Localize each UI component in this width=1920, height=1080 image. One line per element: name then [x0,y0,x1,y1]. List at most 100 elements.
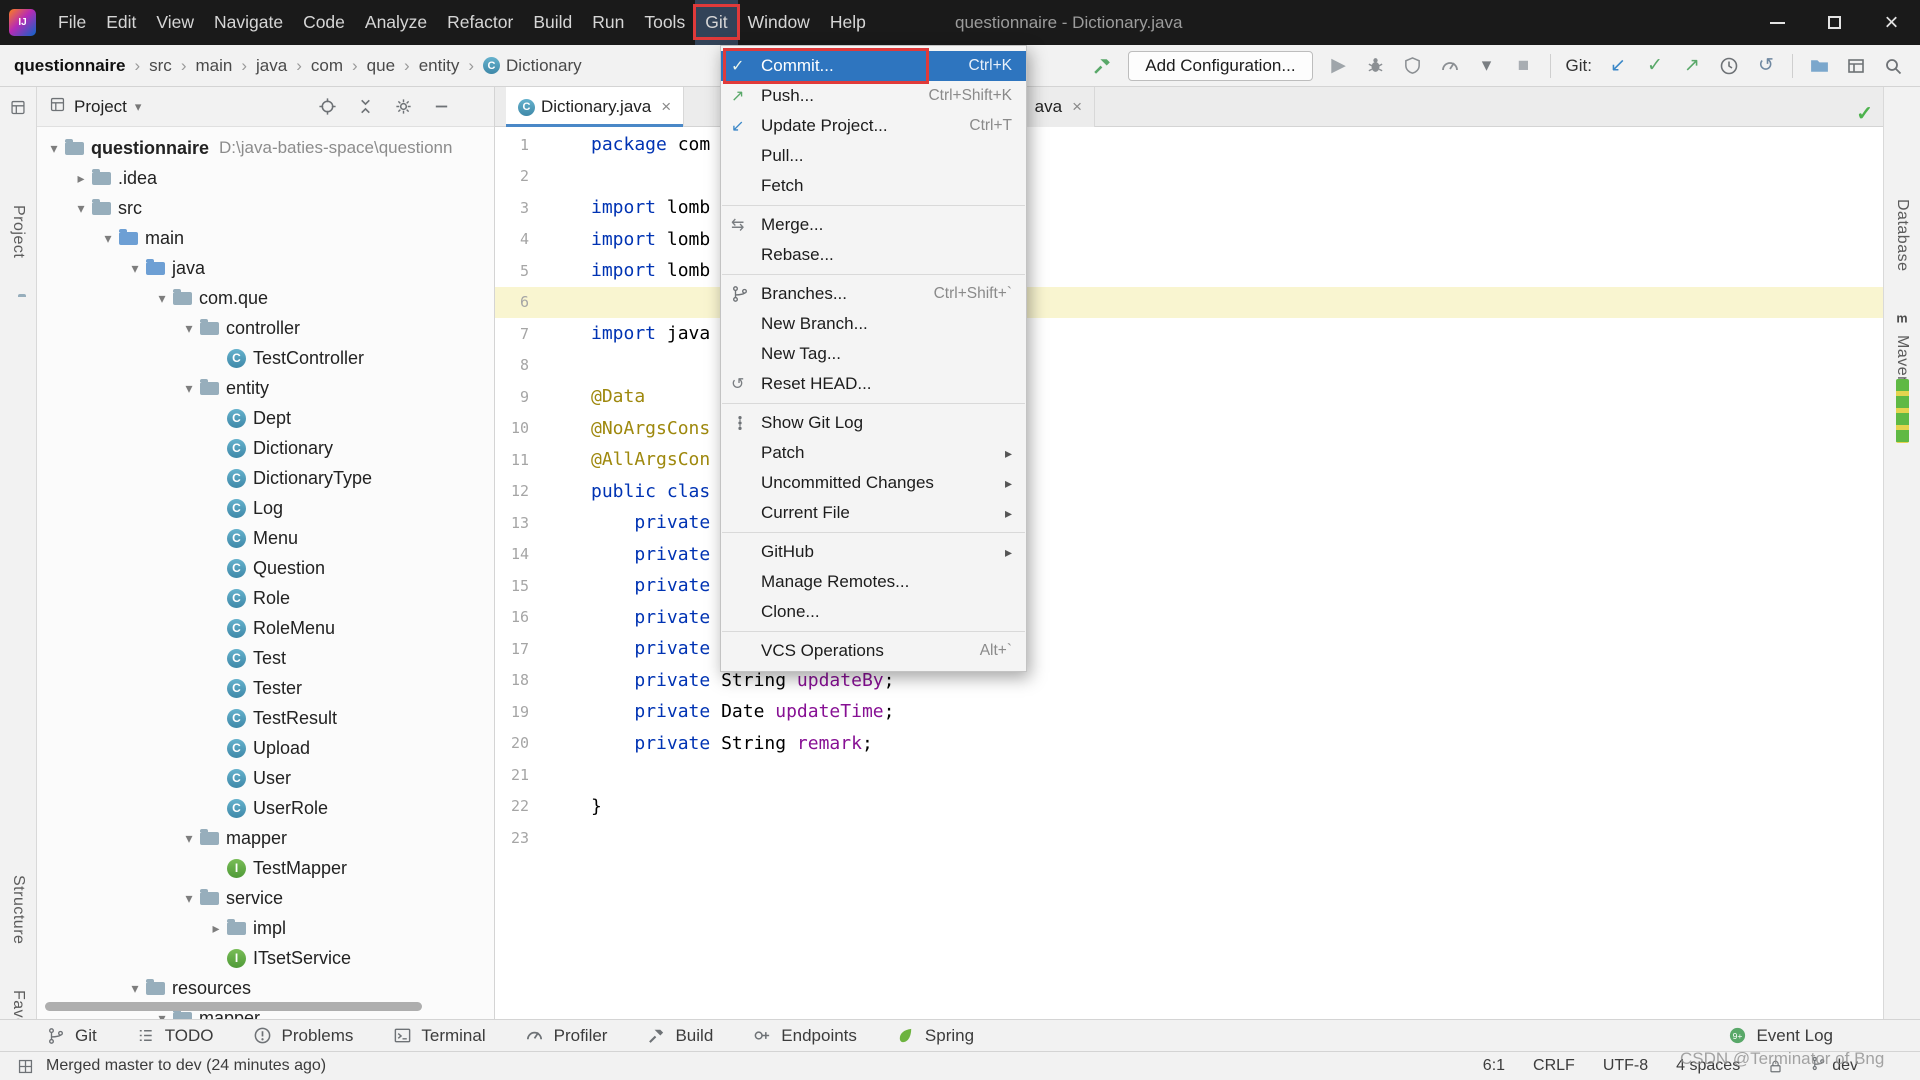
collapse-all-icon[interactable] [354,97,376,116]
breadcrumb-item-src[interactable]: src [149,56,172,76]
git-menu-item-current-file[interactable]: Current File ▸ [721,498,1026,528]
tree-item-mapper[interactable]: ▾ mapper [37,823,494,853]
tree-item-src[interactable]: ▾ src [37,193,494,223]
tool-strip-project[interactable]: Project [9,205,27,258]
tool-button-profiler[interactable]: Profiler [524,1026,607,1046]
tool-button-build[interactable]: Build [645,1026,713,1046]
code-line-17[interactable]: 17 private [495,633,1883,665]
breadcrumb-item-que[interactable]: que [367,56,395,76]
locate-icon[interactable] [316,97,338,116]
maximize-button[interactable] [1806,0,1863,45]
menu-help[interactable]: Help [820,0,876,45]
git-menu-item-commit[interactable]: ✓ Commit... Ctrl+K [721,48,1026,84]
settings-icon[interactable] [392,97,414,116]
menu-window[interactable]: Window [738,0,820,45]
git-menu-item-branches[interactable]: Branches... Ctrl+Shift+` [721,279,1026,309]
event-log-button[interactable]: 9+ Event Log [1726,1026,1833,1046]
code-area[interactable]: 1 package com 2 3 import lomb 4 import lomb 5 im… [495,127,1883,1019]
chevron-right-icon[interactable]: ▸ [70,170,92,187]
build-project-icon[interactable] [1091,55,1113,76]
chevron-down-icon[interactable]: ▾ [124,980,146,997]
tool-button-problems[interactable]: Problems [252,1026,353,1046]
code-line-18[interactable]: 18 private String updateBy; [495,665,1883,697]
tool-strip-database[interactable]: Database [1893,199,1911,272]
push-icon[interactable]: ↗ [1681,56,1703,75]
dropdown-arrow-icon[interactable]: ▾ [1476,56,1498,75]
tool-button-spring[interactable]: Spring [895,1026,974,1046]
code-line-13[interactable]: 13 private [495,507,1883,539]
chevron-down-icon[interactable]: ▾ [178,830,200,847]
tree-item-rolemenu[interactable]: C RoleMenu [37,613,494,643]
breadcrumb-item-com[interactable]: com [311,56,343,76]
horizontal-scrollbar[interactable] [45,1002,422,1011]
tree-item-testmapper[interactable]: I TestMapper [37,853,494,883]
chevron-down-icon[interactable]: ▾ [178,890,200,907]
menu-edit[interactable]: Edit [96,0,146,45]
breadcrumb-item-java[interactable]: java [256,56,287,76]
tree-item-upload[interactable]: C Upload [37,733,494,763]
chevron-down-icon[interactable]: ▾ [97,230,119,247]
chevron-down-icon[interactable]: ▾ [151,290,173,307]
git-menu-item-vcs-operations[interactable]: VCS Operations Alt+` [721,636,1026,666]
git-menu-item-rebase[interactable]: Rebase... [721,240,1026,270]
profiler-toolbar-icon[interactable] [1439,56,1461,76]
add-configuration-button[interactable]: Add Configuration... [1128,50,1313,81]
git-menu-item-new-tag[interactable]: New Tag... [721,339,1026,369]
code-line-4[interactable]: 4 import lomb [495,224,1883,256]
git-menu-item-update-project[interactable]: ↙ Update Project... Ctrl+T [721,111,1026,141]
menu-navigate[interactable]: Navigate [204,0,293,45]
git-menu-item-show-git-log[interactable]: Show Git Log [721,408,1026,438]
menu-git[interactable]: Git [693,0,740,45]
tree-item-dept[interactable]: C Dept [37,403,494,433]
code-line-22[interactable]: 22} [495,791,1883,823]
commit-icon[interactable]: ✓ [1644,56,1666,75]
tree-item-question[interactable]: C Question [37,553,494,583]
git-menu-item-uncommitted-changes[interactable]: Uncommitted Changes ▸ [721,468,1026,498]
hide-panel-icon[interactable] [430,97,452,116]
tree-item-questionnaire[interactable]: ▾ questionnaire D:\java-baties-space\quest… [37,133,494,163]
menu-code[interactable]: Code [293,0,355,45]
menu-run[interactable]: Run [582,0,634,45]
menu-build[interactable]: Build [523,0,582,45]
breadcrumb-item-entity[interactable]: entity [419,56,460,76]
tree-item-role[interactable]: C Role [37,583,494,613]
breadcrumb-item-dictionary[interactable]: C Dictionary [483,56,582,76]
chevron-down-icon[interactable]: ▾ [135,99,142,115]
debug-icon[interactable] [1365,56,1387,75]
breadcrumb-item-questionnaire[interactable]: questionnaire [14,56,125,76]
tool-button-endpoints[interactable]: Endpoints [751,1026,857,1046]
close-icon[interactable]: × [1072,97,1082,117]
inspection-ok-icon[interactable]: ✓ [1856,101,1873,126]
stop-icon[interactable]: ■ [1513,56,1535,75]
code-line-11[interactable]: 11 @AllArgsCon [495,444,1883,476]
tree-item-user[interactable]: C User [37,763,494,793]
project-tool-icon[interactable] [10,99,27,121]
chevron-down-icon[interactable]: ▾ [178,380,200,397]
tree-item-testresult[interactable]: C TestResult [37,703,494,733]
menu-tools[interactable]: Tools [634,0,695,45]
code-line-23[interactable]: 23 [495,822,1883,854]
code-line-3[interactable]: 3 import lomb [495,192,1883,224]
code-line-7[interactable]: 7 import java [495,318,1883,350]
code-line-1[interactable]: 1 package com [495,129,1883,161]
git-menu-item-new-branch[interactable]: New Branch... [721,309,1026,339]
code-line-9[interactable]: 9 @Data [495,381,1883,413]
tree-item-testcontroller[interactable]: C TestController [37,343,494,373]
tree-item-idea[interactable]: ▸ .idea [37,163,494,193]
git-menu-item-github[interactable]: GitHub ▸ [721,537,1026,567]
tree-item-com-que[interactable]: ▾ com.que [37,283,494,313]
close-button[interactable]: × [1863,0,1920,45]
code-line-2[interactable]: 2 [495,161,1883,193]
git-menu-item-clone[interactable]: Clone... [721,597,1026,627]
chevron-down-icon[interactable]: ▾ [70,200,92,217]
tool-strip-maven[interactable]: Maven [1893,335,1911,386]
tree-item-log[interactable]: C Log [37,493,494,523]
menu-refactor[interactable]: Refactor [437,0,523,45]
tree-item-dictionarytype[interactable]: C DictionaryType [37,463,494,493]
tool-button-terminal[interactable]: Terminal [391,1026,486,1046]
code-line-14[interactable]: 14 private [495,539,1883,571]
code-line-21[interactable]: 21 [495,759,1883,791]
tree-item-impl[interactable]: ▸ impl [37,913,494,943]
tree-item-itsetservice[interactable]: I ITsetService [37,943,494,973]
file-encoding[interactable]: UTF-8 [1603,1057,1648,1075]
